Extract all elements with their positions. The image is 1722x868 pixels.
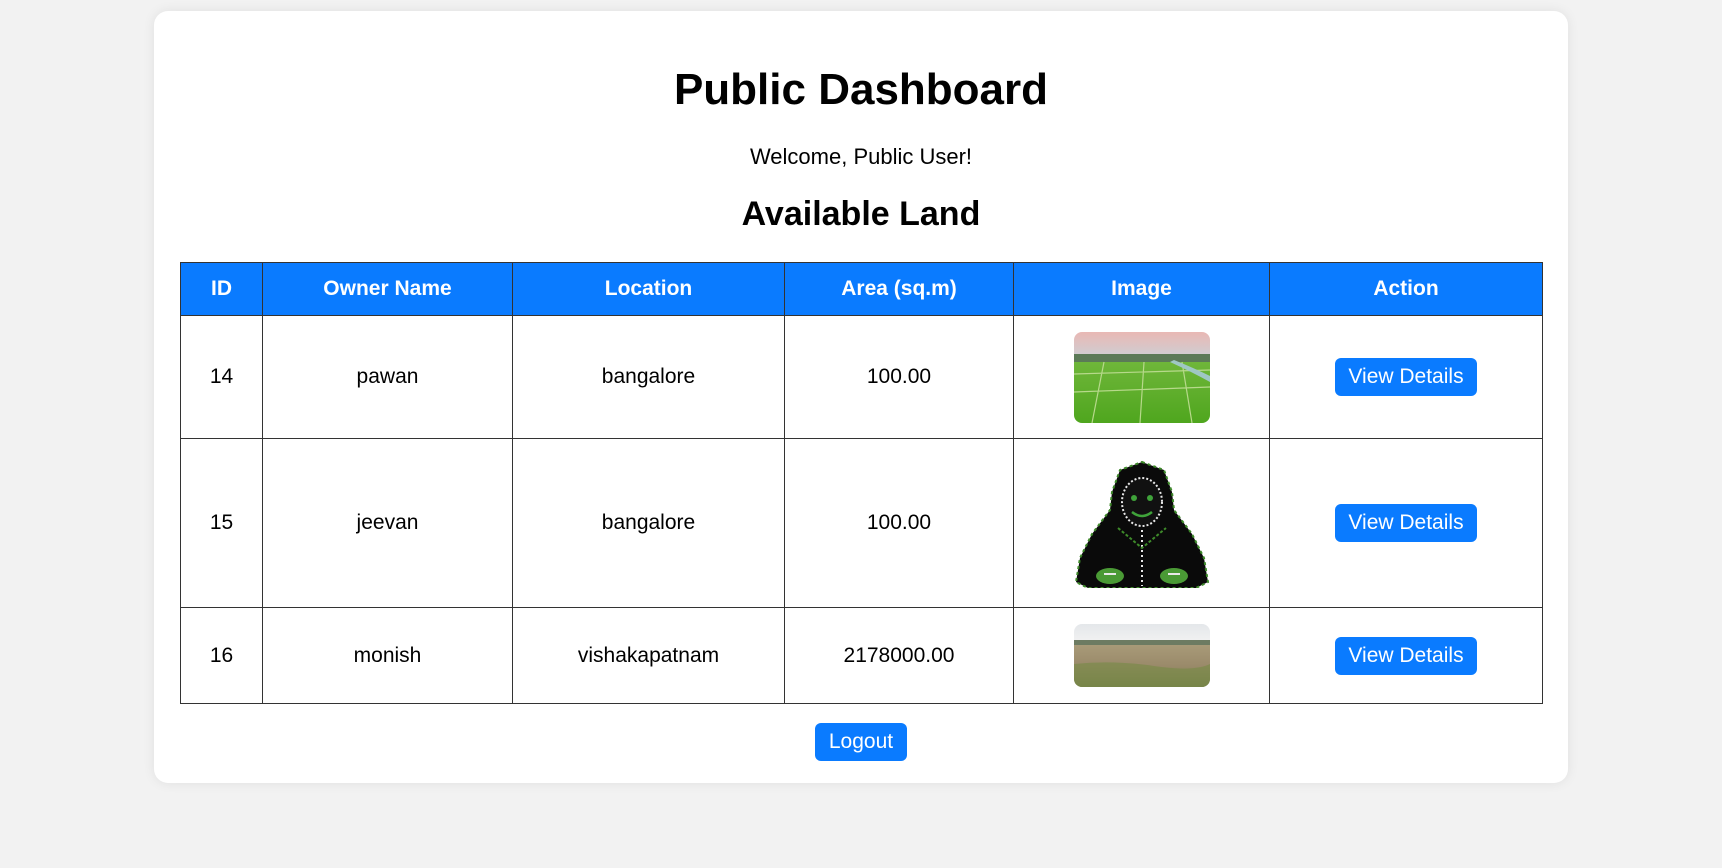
logout-button[interactable]: Logout bbox=[814, 723, 908, 761]
column-header-image: Image bbox=[1013, 262, 1270, 316]
cell-area: 2178000.00 bbox=[784, 607, 1014, 704]
cell-image bbox=[1013, 438, 1270, 608]
column-header-location: Location bbox=[512, 262, 785, 316]
land-image-grassland bbox=[1073, 624, 1210, 687]
cell-owner-name: jeevan bbox=[262, 438, 513, 608]
column-header-area: Area (sq.m) bbox=[784, 262, 1014, 316]
cell-id: 16 bbox=[180, 607, 263, 704]
land-image-hooded-figure bbox=[1074, 458, 1210, 588]
page-title: Public Dashboard bbox=[673, 65, 1049, 114]
cell-location: vishakapatnam bbox=[512, 607, 785, 704]
cell-image bbox=[1013, 315, 1270, 439]
land-image-farmland bbox=[1073, 331, 1210, 423]
view-details-button[interactable]: View Details bbox=[1335, 504, 1477, 542]
cell-location: bangalore bbox=[512, 315, 785, 439]
cell-action: View Details bbox=[1269, 315, 1543, 439]
cell-location: bangalore bbox=[512, 438, 785, 608]
cell-action: View Details bbox=[1269, 607, 1543, 704]
cell-owner-name: monish bbox=[262, 607, 513, 704]
table-header-row: ID Owner Name Location Area (sq.m) Image… bbox=[180, 262, 1543, 316]
column-header-owner-name: Owner Name bbox=[262, 262, 513, 316]
view-details-button[interactable]: View Details bbox=[1335, 636, 1477, 675]
table-row: 15 jeevan bangalore 100.00 View Details bbox=[180, 438, 1543, 608]
dashboard-card: Public Dashboard Welcome, Public User! A… bbox=[154, 11, 1568, 783]
cell-area: 100.00 bbox=[784, 438, 1014, 608]
land-table: ID Owner Name Location Area (sq.m) Image… bbox=[180, 262, 1543, 704]
column-header-action: Action bbox=[1269, 262, 1543, 316]
welcome-message: Welcome, Public User! bbox=[749, 144, 973, 169]
cell-image bbox=[1013, 607, 1270, 704]
cell-action: View Details bbox=[1269, 438, 1543, 608]
cell-id: 14 bbox=[180, 315, 263, 439]
logout-container: Logout bbox=[154, 723, 1568, 761]
table-row: 16 monish vishakapatnam 2178000.00 View … bbox=[180, 607, 1543, 704]
column-header-id: ID bbox=[180, 262, 263, 316]
cell-id: 15 bbox=[180, 438, 263, 608]
cell-area: 100.00 bbox=[784, 315, 1014, 439]
cell-owner-name: pawan bbox=[262, 315, 513, 439]
table-row: 14 pawan bangalore 100.00 View Details bbox=[180, 315, 1543, 439]
section-title: Available Land bbox=[741, 195, 981, 233]
view-details-button[interactable]: View Details bbox=[1335, 358, 1477, 396]
